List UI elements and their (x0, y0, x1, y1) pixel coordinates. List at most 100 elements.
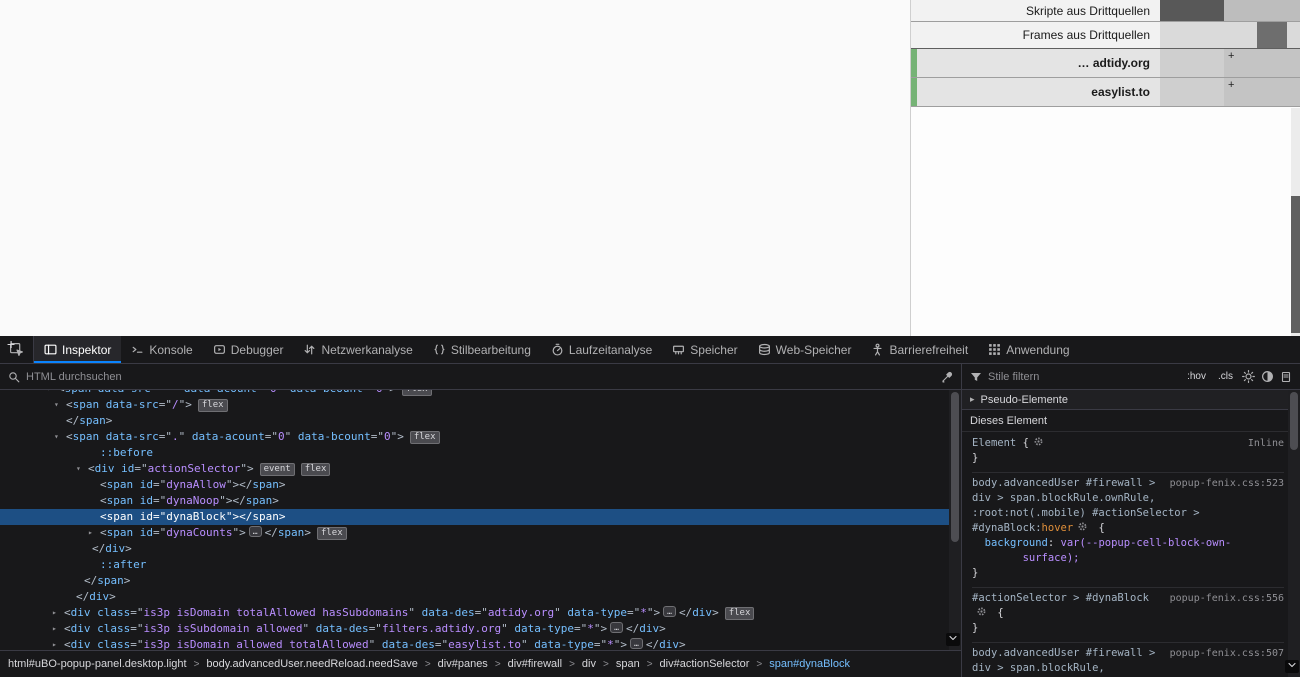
collapse-arrow-icon[interactable]: ▾ (76, 461, 81, 477)
scroll-down-button[interactable] (946, 633, 960, 646)
breadcrumb-item[interactable]: div (582, 658, 596, 670)
devtools-main: ▾<span data-src="*" data-acount="0" data… (0, 390, 1300, 677)
filter-cell[interactable] (1160, 78, 1224, 106)
markup-node[interactable]: ▾<span data-src="*" data-acount="0" data… (0, 390, 961, 397)
print-media-icon[interactable] (1280, 371, 1292, 383)
pseudo-elements-header[interactable]: ▸ Pseudo-Elemente (962, 390, 1300, 410)
toggle-pseudo-classes-button[interactable]: :hov (1184, 371, 1209, 382)
markup-node[interactable]: ▾<span data-src="/">flex (0, 397, 961, 413)
collapse-arrow-icon[interactable]: ▾ (54, 429, 59, 445)
markup-scrollbar[interactable] (949, 390, 961, 650)
tab-label: Anwendung (1006, 343, 1069, 357)
flex-badge[interactable]: flex (725, 607, 755, 620)
flex-badge[interactable]: flex (301, 463, 331, 476)
flex-badge[interactable]: flex (402, 390, 432, 396)
breadcrumb-separator: > (569, 659, 575, 670)
gear-icon[interactable] (1077, 521, 1088, 532)
gear-icon[interactable] (976, 606, 987, 617)
markup-node[interactable]: ▸<div class="is3p isDomain allowed total… (0, 637, 961, 650)
popup-scrollbar-thumb[interactable] (1291, 196, 1300, 333)
breadcrumb-separator: > (495, 659, 501, 670)
filter-cell[interactable] (1224, 22, 1300, 48)
style-editor-icon (433, 343, 446, 356)
expand-arrow-icon[interactable]: ▸ (52, 637, 57, 650)
css-file-link[interactable]: popup-fenix.css:523 (1170, 476, 1284, 491)
css-rule: popup-fenix.css:523body.advancedUser #fi… (972, 472, 1284, 581)
html-search-input[interactable] (26, 371, 935, 383)
breadcrumb-item[interactable]: div#panes (438, 658, 488, 670)
tab-console[interactable]: Konsole (121, 336, 202, 363)
markup-node[interactable]: ▸<span id="dynaCounts">…</span>flex (0, 525, 961, 541)
console-icon (131, 343, 144, 356)
inline-text-ellipsis[interactable]: … (663, 606, 676, 617)
markup-node[interactable]: </div> (0, 589, 961, 605)
tab-network[interactable]: Netzwerkanalyse (293, 336, 422, 363)
rules-scrollbar-thumb[interactable] (1290, 392, 1298, 450)
markup-node[interactable]: ▾<span data-src="." data-acount="0" data… (0, 429, 961, 445)
eyedropper-icon[interactable] (941, 371, 953, 383)
css-file-link[interactable]: popup-fenix.css:556 (1170, 591, 1284, 606)
event-badge[interactable]: event (260, 463, 295, 476)
markup-node[interactable]: </span> (0, 573, 961, 589)
markup-node[interactable]: <span id="dynaBlock"></span> (0, 509, 961, 525)
gear-icon[interactable] (1033, 436, 1044, 447)
css-property-value: var(--popup-cell-block-own- (1061, 537, 1232, 549)
flex-badge[interactable]: flex (198, 399, 228, 412)
filter-cell[interactable]: + (1224, 49, 1300, 77)
rules-scrollbar[interactable] (1288, 390, 1300, 677)
collapse-arrow-icon[interactable]: ▾ (54, 397, 59, 413)
inline-text-ellipsis[interactable]: … (630, 638, 643, 649)
breadcrumb-item[interactable]: div#actionSelector (660, 658, 750, 670)
markup-node[interactable]: ▸<div class="is3p isDomain totalAllowed … (0, 605, 961, 621)
filter-cell[interactable] (1160, 0, 1224, 21)
expand-arrow-icon[interactable]: ▸ (52, 621, 57, 637)
popup-row-label: easylist.to (917, 78, 1160, 106)
light-mode-icon[interactable] (1242, 370, 1255, 383)
markup-node[interactable]: ::after (0, 557, 961, 573)
markup-node[interactable]: <span id="dynaAllow"></span> (0, 477, 961, 493)
markup-scrollbar-thumb[interactable] (951, 392, 959, 542)
expand-arrow-icon[interactable]: ▸ (52, 605, 57, 621)
breadcrumb-item[interactable]: span (616, 658, 640, 670)
add-rule-button[interactable]: + (4, 337, 18, 351)
inline-text-ellipsis[interactable]: … (610, 622, 623, 633)
style-filter-input[interactable] (988, 371, 1178, 383)
markup-node[interactable]: ▸<div class="is3p isSubdomain allowed" d… (0, 621, 961, 637)
dark-mode-icon[interactable] (1261, 370, 1274, 383)
filter-cell[interactable]: + (1224, 78, 1300, 106)
popup-row: easylist.to + (911, 78, 1300, 107)
expand-arrow-icon[interactable]: ▸ (88, 525, 93, 541)
tab-inspector[interactable]: Inspektor (34, 336, 121, 363)
markup-node[interactable]: </div> (0, 541, 961, 557)
filter-cell[interactable] (1160, 22, 1224, 48)
inline-text-ellipsis[interactable]: … (249, 526, 262, 537)
breadcrumb-item[interactable]: span#dynaBlock (769, 658, 850, 670)
markup-node[interactable]: <span id="dynaNoop"></span> (0, 493, 961, 509)
tab-application[interactable]: Anwendung (978, 336, 1079, 363)
tab-storage[interactable]: Web-Speicher (748, 336, 862, 363)
tab-label: Inspektor (62, 343, 111, 357)
flex-badge[interactable]: flex (410, 431, 440, 444)
tab-accessibility[interactable]: Barrierefreiheit (861, 336, 978, 363)
flex-badge[interactable]: flex (317, 527, 347, 540)
markup-node[interactable]: ::before (0, 445, 961, 461)
filter-cell[interactable] (1224, 0, 1300, 21)
breadcrumb-item[interactable]: body.advancedUser.needReload.needSave (206, 658, 417, 670)
rules-content: InlineElement {}popup-fenix.css:523body.… (962, 432, 1300, 677)
breadcrumb-item[interactable]: html#uBO-popup-panel.desktop.light (8, 658, 187, 670)
breadcrumb-item[interactable]: div#firewall (508, 658, 562, 670)
css-file-link[interactable]: popup-fenix.css:507 (1170, 646, 1284, 661)
collapse-arrow-icon[interactable]: ▾ (46, 390, 51, 397)
popup-row: Frames aus Drittquellen (911, 22, 1300, 49)
toggle-classes-button[interactable]: .cls (1215, 371, 1236, 382)
markup-toolbar: + (0, 364, 962, 389)
tab-debugger[interactable]: Debugger (203, 336, 294, 363)
markup-node[interactable]: ▾<div id="actionSelector">eventflex (0, 461, 961, 477)
markup-node[interactable]: </span> (0, 413, 961, 429)
tab-memory[interactable]: Speicher (662, 336, 747, 363)
popup-scrollbar[interactable] (1291, 108, 1300, 336)
filter-cell[interactable] (1160, 49, 1224, 77)
tab-performance[interactable]: Laufzeitanalyse (541, 336, 662, 363)
tab-style-editor[interactable]: Stilbearbeitung (423, 336, 541, 363)
scroll-down-button[interactable] (1285, 660, 1299, 673)
